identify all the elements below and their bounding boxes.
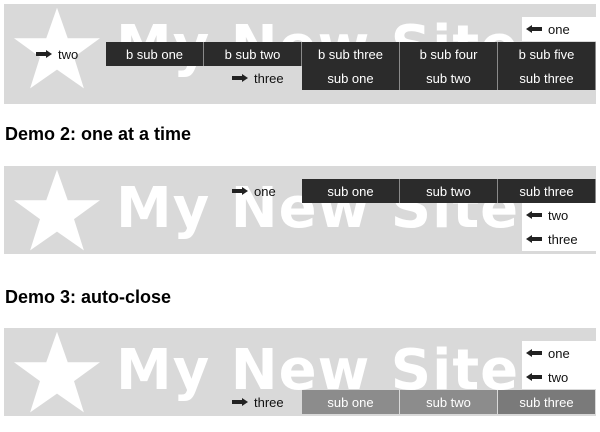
menu-item-b-sub-two[interactable]: b sub two xyxy=(204,42,302,66)
arrow-left-icon xyxy=(526,349,542,357)
menu-item-sub-two[interactable]: sub two xyxy=(400,179,498,203)
menu-item-three[interactable]: three xyxy=(232,390,284,414)
menu-item-sub-two[interactable]: sub two xyxy=(400,66,498,90)
menu-item-two[interactable]: two xyxy=(522,203,596,227)
menu-item-label: two xyxy=(548,207,569,223)
menu-item-sub-three[interactable]: sub three xyxy=(498,179,596,203)
menu-item-sub-three[interactable]: sub three xyxy=(498,66,596,90)
menu-item-label: three xyxy=(548,231,578,247)
arrow-left-icon xyxy=(526,373,542,381)
menu-item-one[interactable]: one xyxy=(522,341,596,365)
menu-item-label: two xyxy=(548,369,569,385)
menu-item-label: three xyxy=(254,70,284,86)
star-logo-icon xyxy=(14,169,100,251)
arrow-right-icon xyxy=(232,398,248,406)
menu-item-three[interactable]: three xyxy=(522,227,596,251)
menu-item-b-sub-one[interactable]: b sub one xyxy=(106,42,204,66)
menu-item-b-sub-five[interactable]: b sub five xyxy=(498,42,596,66)
menu-item-two[interactable]: two xyxy=(36,42,78,66)
menu-item-three[interactable]: three xyxy=(232,66,284,90)
menu-item-label: one xyxy=(254,183,276,199)
menu-item-b-sub-four[interactable]: b sub four xyxy=(400,42,498,66)
arrow-right-icon xyxy=(232,74,248,82)
menu-item-label: two xyxy=(58,46,79,62)
menu-item-label: three xyxy=(254,394,284,410)
star-logo-icon xyxy=(14,331,100,413)
menu-item-two[interactable]: two xyxy=(522,365,596,389)
menu-item-sub-one[interactable]: sub one xyxy=(302,179,400,203)
menu-item-sub-three[interactable]: sub three xyxy=(498,390,596,414)
demo3-title: Demo 3: auto-close xyxy=(5,287,172,307)
menu-item-one[interactable]: one xyxy=(522,17,596,41)
menu-item-label: one xyxy=(548,345,570,361)
arrow-left-icon xyxy=(526,235,542,243)
arrow-right-icon xyxy=(36,50,52,58)
menu-item-sub-two[interactable]: sub two xyxy=(400,390,498,414)
menu-item-sub-one[interactable]: sub one xyxy=(302,390,400,414)
arrow-left-icon xyxy=(526,211,542,219)
menu-item-sub-one[interactable]: sub one xyxy=(302,66,400,90)
menu-item-label: one xyxy=(548,21,570,37)
menu-item-b-sub-three[interactable]: b sub three xyxy=(302,42,400,66)
arrow-right-icon xyxy=(232,187,248,195)
arrow-left-icon xyxy=(526,25,542,33)
demo2-title: Demo 2: one at a time xyxy=(5,124,192,144)
menu-item-one[interactable]: one xyxy=(232,179,276,203)
